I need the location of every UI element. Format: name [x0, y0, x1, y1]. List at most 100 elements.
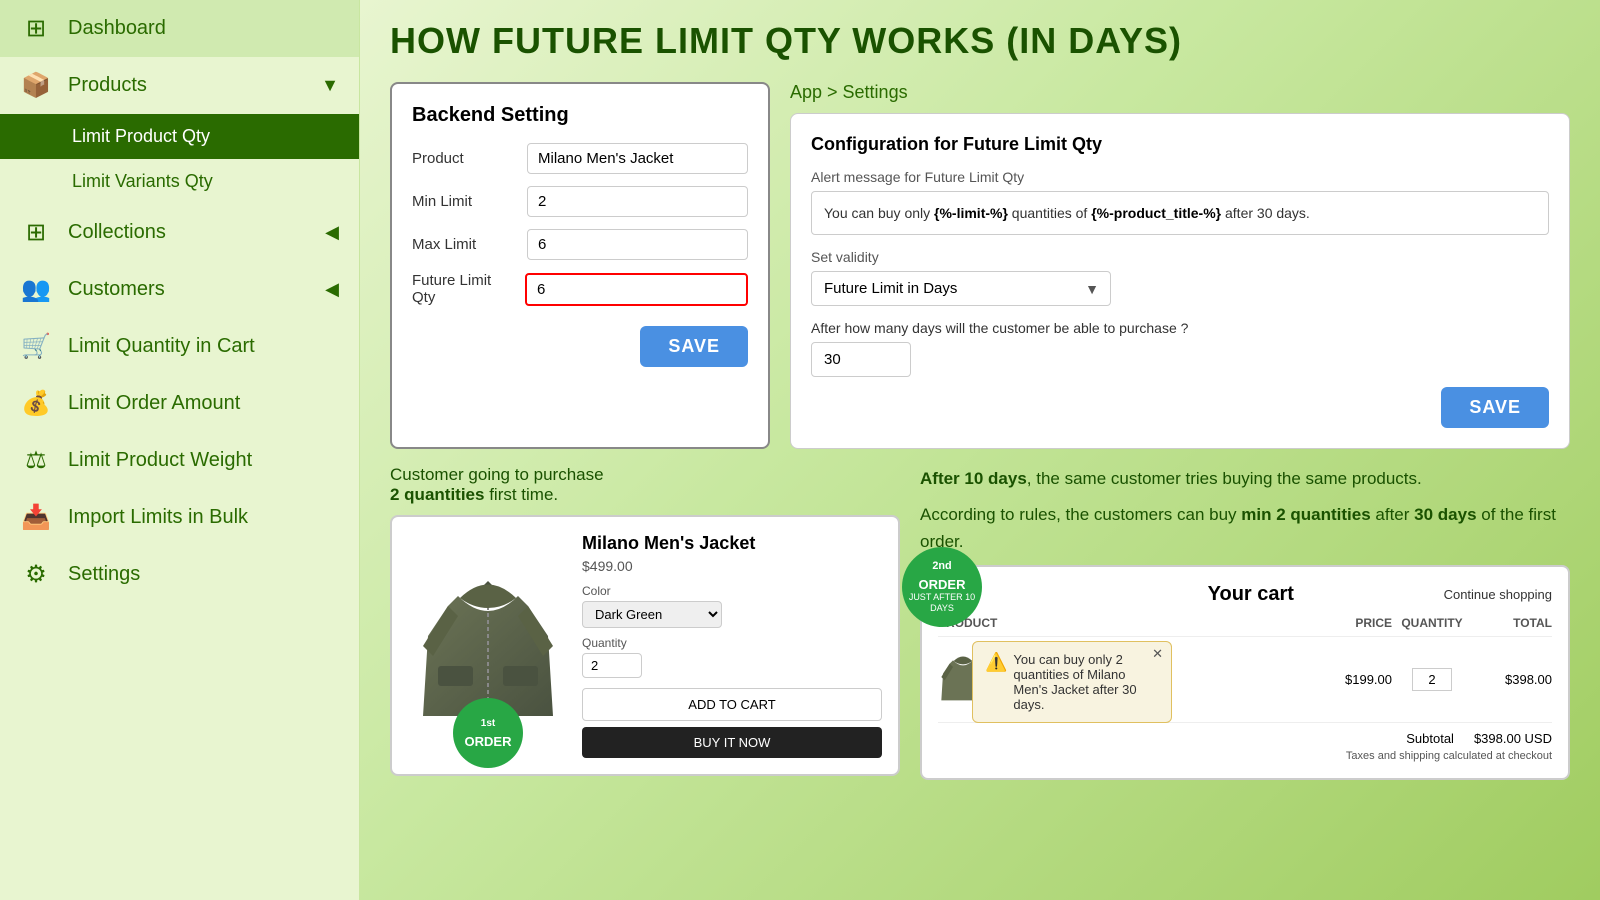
sidebar-item-limit-order-amount[interactable]: 💰 Limit Order Amount: [0, 375, 359, 432]
config-panel-heading: Configuration for Future Limit Qty: [811, 134, 1549, 155]
min-limit-label: Min Limit: [412, 193, 517, 210]
sidebar-label-products: Products: [68, 74, 147, 97]
sidebar-item-limit-qty-cart[interactable]: 🛒 Limit Quantity in Cart: [0, 318, 359, 375]
days-question-label: After how many days will the customer be…: [811, 320, 1549, 336]
import-limits-icon: 📥: [20, 503, 52, 532]
validity-select[interactable]: Future Limit in Days: [811, 271, 1111, 306]
after-text-2: According to rules, the customers can bu…: [920, 501, 1570, 555]
alert-message-box: You can buy only {%-limit-%} quantities …: [811, 191, 1549, 235]
sidebar-item-products[interactable]: 📦 Products ▼: [0, 57, 359, 114]
limit-order-amount-icon: 💰: [20, 389, 52, 418]
main-content: HOW FUTURE LIMIT QTY WORKS (IN DAYS) Bac…: [360, 0, 1600, 900]
max-limit-label: Max Limit: [412, 236, 517, 253]
sidebar-item-limit-product-weight[interactable]: ⚖ Limit Product Weight: [0, 432, 359, 489]
max-limit-input[interactable]: [527, 229, 748, 260]
sidebar-label-limit-order-amount: Limit Order Amount: [68, 392, 240, 415]
qty-label: Quantity: [582, 636, 882, 650]
cart-qty-input[interactable]: [1412, 668, 1452, 691]
bottom-left: Customer going to purchase 2 quantities …: [390, 465, 900, 780]
alert-text-prefix: You can buy only: [824, 205, 934, 221]
sidebar-item-settings[interactable]: ⚙ Settings: [0, 546, 359, 603]
col-header-total: TOTAL: [1472, 616, 1552, 630]
after-text-1: After 10 days, the same customer tries b…: [920, 465, 1570, 492]
buy-now-button[interactable]: BUY IT NOW: [582, 727, 882, 758]
save-row: SAVE: [412, 318, 748, 367]
purchase-text-suffix: first time.: [489, 485, 558, 504]
after2-mid: after: [1371, 505, 1414, 524]
top-row: Backend Setting Product Min Limit Max Li…: [390, 82, 1570, 449]
backend-save-button[interactable]: SAVE: [640, 326, 748, 367]
product-label: Product: [412, 150, 517, 167]
future-limit-input[interactable]: [525, 273, 748, 306]
sidebar-label-limit-variants-qty: Limit Variants Qty: [72, 171, 213, 192]
after-prefix: After: [920, 469, 964, 488]
purchase-text-prefix: Customer going to purchase: [390, 465, 604, 484]
after2-bold1: min 2 quantities: [1241, 505, 1370, 524]
config-save-button[interactable]: SAVE: [1441, 387, 1549, 428]
sidebar-item-collections[interactable]: ⊞ Collections ◀: [0, 204, 359, 261]
sidebar-item-dashboard[interactable]: ⊞ Dashboard: [0, 0, 359, 57]
config-area: App > Settings Configuration for Future …: [790, 82, 1570, 449]
collections-arrow-icon: ◀: [325, 222, 339, 243]
dashboard-icon: ⊞: [20, 14, 52, 43]
add-to-cart-button[interactable]: ADD TO CART: [582, 688, 882, 721]
customers-arrow-icon: ◀: [325, 279, 339, 300]
cart-item-qty-box: [1392, 668, 1472, 691]
badge2-sub: JUST AFTER 10 DAYS: [902, 592, 982, 614]
product-details: Milano Men's Jacket $499.00 Color Dark G…: [582, 533, 882, 758]
after-10-days: After 10 days: [920, 469, 1027, 488]
products-arrow-icon: ▼: [321, 75, 339, 96]
col-header-qty: QUANTITY: [1392, 616, 1472, 630]
sidebar-item-import-limits-bulk[interactable]: 📥 Import Limits in Bulk: [0, 489, 359, 546]
alert-message-label: Alert message for Future Limit Qty: [811, 169, 1549, 185]
customers-icon: 👥: [20, 275, 52, 304]
purchase-description: Customer going to purchase 2 quantities …: [390, 465, 900, 505]
limit-qty-cart-icon: 🛒: [20, 332, 52, 361]
badge1-label: ORDER: [465, 734, 512, 749]
sidebar: ⊞ Dashboard 📦 Products ▼ Limit Product Q…: [0, 0, 360, 900]
cart-header: Your cart Continue shopping: [938, 583, 1552, 606]
product-input[interactable]: [527, 143, 748, 174]
max-limit-field-row: Max Limit: [412, 229, 748, 260]
validity-row: Future Limit in Days: [811, 271, 1549, 306]
sidebar-label-import-limits-bulk: Import Limits in Bulk: [68, 506, 248, 529]
cart-item-price: $199.00: [1312, 672, 1392, 687]
product-field-row: Product: [412, 143, 748, 174]
after2-prefix: According to rules, the customers can bu…: [920, 505, 1241, 524]
validity-select-wrapper: Future Limit in Days: [811, 271, 1111, 306]
cart-title: Your cart: [1058, 583, 1444, 606]
subtotal-value: $398.00 USD: [1474, 731, 1552, 746]
collections-icon: ⊞: [20, 218, 52, 247]
cart-subtotal-row: Subtotal $398.00 USD: [938, 722, 1552, 746]
sidebar-label-dashboard: Dashboard: [68, 17, 166, 40]
future-limit-field-row: Future Limit Qty: [412, 272, 748, 306]
min-limit-input[interactable]: [527, 186, 748, 217]
warning-tooltip: ⚠️ You can buy only 2 quantities of Mila…: [972, 641, 1172, 723]
bottom-row: Customer going to purchase 2 quantities …: [390, 465, 1570, 780]
config-panel: Configuration for Future Limit Qty Alert…: [790, 113, 1570, 449]
qty-input[interactable]: [582, 653, 642, 678]
sidebar-item-limit-variants-qty[interactable]: Limit Variants Qty: [0, 159, 359, 204]
product-image-area: 1st ORDER: [408, 533, 568, 758]
sidebar-label-limit-product-qty: Limit Product Qty: [72, 126, 210, 147]
alert-tag2: {%-product_title-%}: [1091, 205, 1221, 221]
continue-shopping-link[interactable]: Continue shopping: [1444, 587, 1552, 602]
sidebar-item-customers[interactable]: 👥 Customers ◀: [0, 261, 359, 318]
col-header-price: PRICE: [1312, 616, 1392, 630]
sidebar-label-limit-qty-cart: Limit Quantity in Cart: [68, 335, 255, 358]
after-suffix: , the same customer tries buying the sam…: [1027, 469, 1422, 488]
tooltip-text: You can buy only 2 quantities of Milano …: [1013, 652, 1159, 712]
color-select[interactable]: Dark Green: [582, 601, 722, 628]
tooltip-close-icon[interactable]: ✕: [1152, 646, 1163, 662]
col-header-product: PRODUCT: [938, 616, 1312, 630]
after-bold: 10 days: [964, 469, 1026, 488]
sidebar-label-limit-product-weight: Limit Product Weight: [68, 449, 252, 472]
warning-icon: ⚠️: [985, 652, 1007, 673]
breadcrumb: App > Settings: [790, 82, 1570, 103]
products-icon: 📦: [20, 71, 52, 100]
cart-mockup: 2nd ORDER JUST AFTER 10 DAYS Your cart C…: [920, 565, 1570, 780]
second-order-badge: 2nd ORDER JUST AFTER 10 DAYS: [902, 547, 982, 627]
settings-icon: ⚙: [20, 560, 52, 589]
sidebar-item-limit-product-qty[interactable]: Limit Product Qty: [0, 114, 359, 159]
days-input[interactable]: [811, 342, 911, 377]
